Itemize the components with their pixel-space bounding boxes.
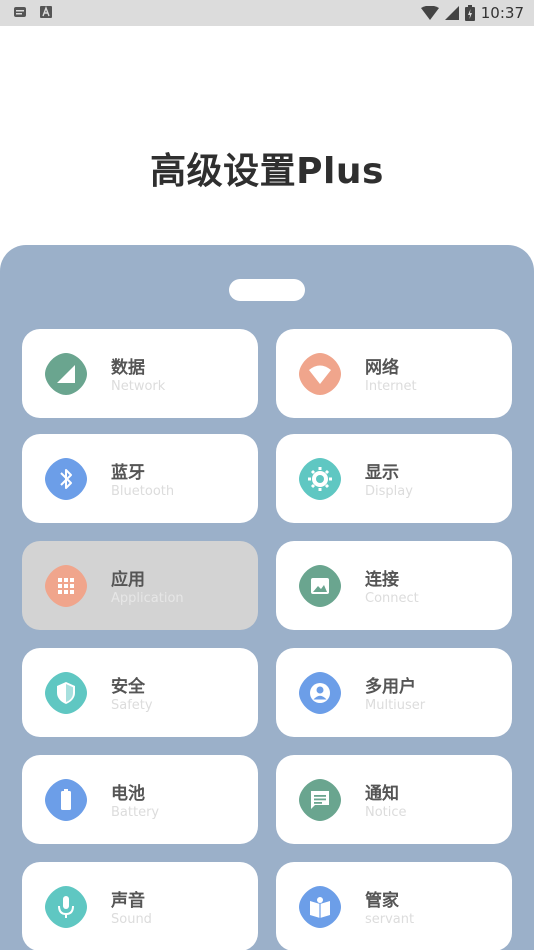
user-icon: [298, 671, 342, 715]
setting-card-connect[interactable]: 连接 Connect: [276, 541, 512, 630]
setting-title: 通知: [365, 784, 399, 804]
setting-subtitle: Internet: [365, 379, 417, 394]
setting-card-internet[interactable]: 网络 Internet: [276, 329, 512, 418]
apps-grid-icon: [44, 564, 88, 608]
setting-title: 数据: [111, 358, 145, 378]
setting-title: 网络: [365, 358, 399, 378]
setting-card-battery[interactable]: 电池 Battery: [22, 755, 258, 844]
shield-icon: [44, 671, 88, 715]
status-bar: 10:37: [0, 0, 534, 26]
setting-subtitle: Sound: [111, 912, 152, 927]
setting-card-sound[interactable]: 声音 Sound: [22, 862, 258, 951]
book-icon: [298, 885, 342, 929]
setting-subtitle: Notice: [365, 805, 407, 820]
settings-panel: 数据 Network 网络 Internet 蓝牙 Bluetooth 显示 D…: [0, 245, 534, 951]
battery-icon: [464, 5, 475, 21]
setting-card-safety[interactable]: 安全 Safety: [22, 648, 258, 737]
setting-subtitle: Safety: [111, 698, 153, 713]
drag-handle[interactable]: [229, 279, 305, 301]
message-icon: [14, 7, 26, 17]
setting-title: 连接: [365, 570, 399, 590]
setting-card-multiuser[interactable]: 多用户 Multiuser: [276, 648, 512, 737]
wifi-icon: [298, 352, 342, 396]
setting-title: 蓝牙: [111, 463, 145, 483]
wifi-icon: [420, 6, 439, 20]
setting-card-servant[interactable]: 管家 servant: [276, 862, 512, 951]
setting-subtitle: Connect: [365, 591, 419, 606]
status-time: 10:37: [480, 4, 524, 22]
image-icon: [298, 564, 342, 608]
setting-card-display[interactable]: 显示 Display: [276, 434, 512, 523]
setting-subtitle: Network: [111, 379, 166, 394]
setting-subtitle: Multiuser: [365, 698, 426, 713]
setting-subtitle: servant: [365, 912, 415, 927]
setting-title: 电池: [111, 784, 145, 804]
setting-title: 多用户: [365, 677, 416, 697]
bluetooth-icon: [44, 457, 88, 501]
setting-subtitle: Bluetooth: [111, 484, 175, 499]
setting-title: 应用: [111, 570, 145, 590]
setting-title: 显示: [365, 463, 399, 483]
page-title: 高级设置Plus: [150, 151, 384, 192]
setting-title: 安全: [111, 677, 145, 697]
setting-card-application[interactable]: 应用 Application: [22, 541, 258, 630]
a-icon: [40, 6, 52, 18]
setting-title: 管家: [365, 891, 399, 911]
setting-subtitle: Display: [365, 484, 413, 499]
brightness-icon: [298, 457, 342, 501]
setting-subtitle: Application: [111, 591, 184, 606]
setting-card-network[interactable]: 数据 Network: [22, 329, 258, 418]
setting-title: 声音: [111, 891, 145, 911]
setting-card-notice[interactable]: 通知 Notice: [276, 755, 512, 844]
mic-icon: [44, 885, 88, 929]
setting-card-bluetooth[interactable]: 蓝牙 Bluetooth: [22, 434, 258, 523]
message-icon: [298, 778, 342, 822]
network-icon: [44, 352, 88, 396]
setting-subtitle: Battery: [111, 805, 160, 820]
signal-icon: [444, 6, 459, 20]
battery-icon: [44, 778, 88, 822]
